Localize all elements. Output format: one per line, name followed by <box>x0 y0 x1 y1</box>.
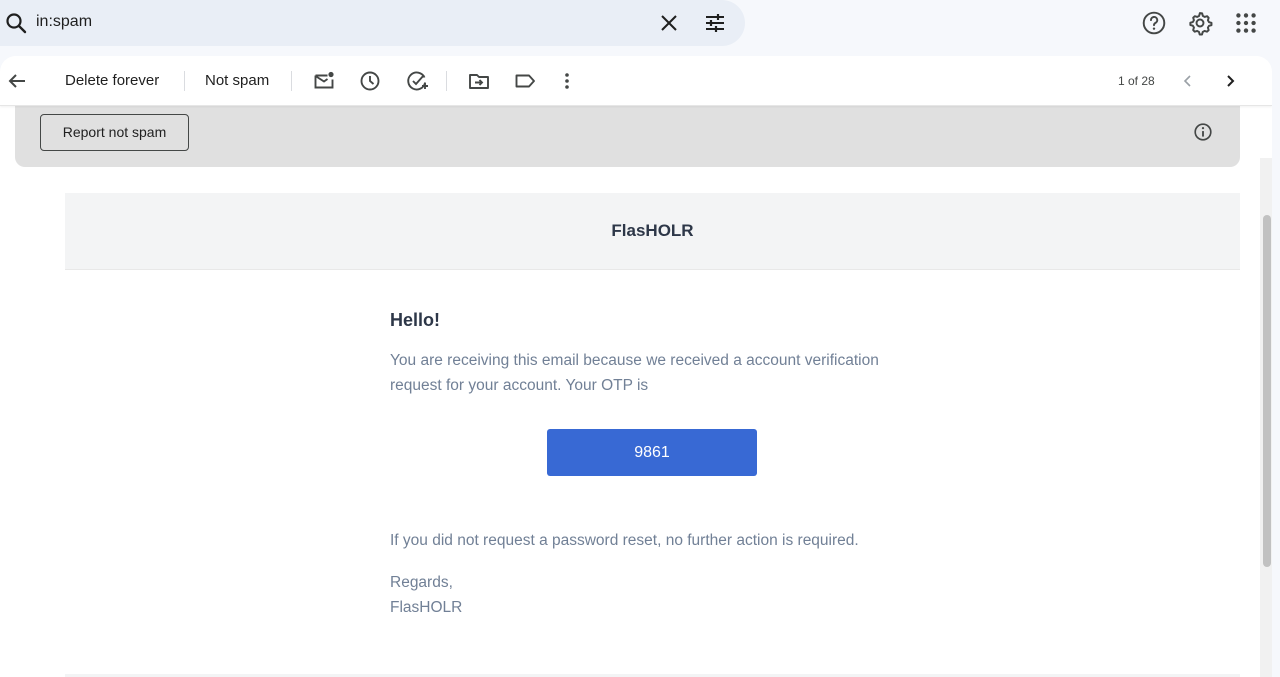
not-spam-button[interactable]: Not spam <box>205 72 269 96</box>
message-toolbar: Delete forever Not spam 1 of 28 <box>0 56 1272 106</box>
search-icon[interactable] <box>4 11 28 35</box>
help-icon[interactable] <box>1141 10 1167 36</box>
email-header: FlasHOLR <box>65 193 1240 270</box>
spam-banner: Report not spam <box>15 106 1240 167</box>
snooze-icon[interactable] <box>358 69 382 93</box>
more-vert-icon[interactable] <box>555 69 579 93</box>
move-to-icon[interactable] <box>467 69 491 93</box>
back-arrow-icon[interactable] <box>5 69 29 93</box>
add-task-icon[interactable] <box>405 69 429 93</box>
prev-chevron-icon[interactable] <box>1176 69 1200 93</box>
email-regards: Regards, <box>390 574 453 591</box>
toolbar-divider <box>291 71 292 91</box>
email-greeting: Hello! <box>390 310 441 330</box>
email-notice: If you did not request a password reset,… <box>390 532 859 549</box>
search-input[interactable]: in:spam <box>36 13 92 31</box>
main-panel: Delete forever Not spam 1 of 28 Report n… <box>0 56 1272 677</box>
delete-forever-button[interactable]: Delete forever <box>65 72 159 96</box>
label-icon[interactable] <box>513 69 537 93</box>
email-signature: FlasHOLR <box>390 599 463 616</box>
email-intro: You are receiving this email because we … <box>390 352 879 394</box>
scrollbar[interactable] <box>1260 158 1272 677</box>
mark-unread-icon[interactable] <box>312 69 336 93</box>
settings-icon[interactable] <box>1187 10 1213 36</box>
otp-button[interactable]: 9861 <box>547 429 757 476</box>
email-body: Hello! You are receiving this email beca… <box>65 270 1240 674</box>
search-bar[interactable]: in:spam <box>0 0 745 46</box>
apps-grid-icon[interactable] <box>1233 10 1259 36</box>
top-bar: in:spam <box>0 0 1280 56</box>
tune-icon[interactable] <box>703 11 727 35</box>
scrollbar-thumb[interactable] <box>1263 215 1271 567</box>
report-not-spam-button[interactable]: Report not spam <box>40 114 189 151</box>
close-icon[interactable] <box>657 11 681 35</box>
page-count: 1 of 28 <box>1118 74 1155 88</box>
info-icon[interactable] <box>1192 121 1214 143</box>
next-chevron-icon[interactable] <box>1218 69 1242 93</box>
toolbar-divider <box>446 71 447 91</box>
toolbar-divider <box>184 71 185 91</box>
email-brand: FlasHOLR <box>611 221 694 240</box>
